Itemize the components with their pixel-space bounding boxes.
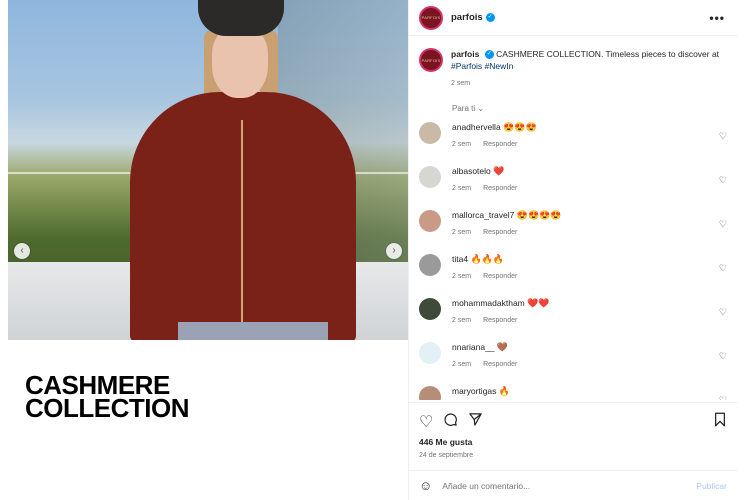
caption-username[interactable]: parfois — [451, 49, 479, 59]
like-heart-icon[interactable]: ♡ — [419, 412, 433, 432]
post-sidebar: PARFOIS parfois ✓ ••• PARFOIS parfois ✓ … — [408, 0, 737, 500]
reply-button[interactable]: Responder — [483, 185, 517, 192]
comment-composer: ☺ Publicar — [409, 470, 737, 500]
image-headline-line2: COLLECTION — [25, 393, 190, 423]
share-icon[interactable] — [468, 412, 483, 432]
comment-sort-label: Para ti — [452, 104, 476, 113]
commenter-username[interactable]: tita4 — [452, 254, 468, 264]
comment-time: 2 sem — [452, 273, 472, 280]
comment-item: albasotelo ❤️ 2 sem Responder ♡ — [419, 166, 727, 198]
post-date: 24 de septiembre — [419, 452, 474, 459]
comment-sort-dropdown[interactable]: Para ti ⌄ — [452, 104, 727, 113]
reply-button[interactable]: Responder — [483, 141, 517, 148]
comment-like-heart-icon[interactable]: ♡ — [719, 307, 727, 318]
comment-time: 2 sem — [452, 185, 472, 192]
comment-item: tita4 🔥🔥🔥 2 sem Responder ♡ — [419, 254, 727, 286]
comment-text: 🔥🔥🔥 — [470, 254, 505, 264]
hashtag-link[interactable]: #Parfois — [451, 61, 482, 71]
commenter-avatar[interactable] — [419, 166, 441, 188]
post-photo — [8, 0, 408, 340]
comment-like-heart-icon[interactable]: ♡ — [719, 351, 727, 362]
post-button[interactable]: Publicar — [696, 481, 727, 491]
comment-text: ❤️ — [493, 166, 505, 176]
more-options-icon[interactable]: ••• — [709, 11, 725, 25]
post-header: PARFOIS parfois ✓ ••• — [409, 0, 737, 36]
avatar[interactable]: PARFOIS — [419, 5, 443, 30]
commenter-avatar[interactable] — [419, 298, 441, 320]
caption-text: CASHMERE COLLECTION. Timeless pieces to … — [496, 49, 720, 59]
comment-text: 🤎 — [496, 342, 509, 352]
comment-text: 😍😍😍😍 — [516, 210, 562, 220]
verified-badge-icon: ✓ — [484, 50, 494, 60]
next-image-button[interactable]: › — [386, 243, 402, 259]
avatar-logo-text: PARFOIS — [421, 57, 441, 63]
comment-like-heart-icon[interactable]: ♡ — [719, 131, 727, 142]
caption: PARFOIS parfois ✓ CASHMERE COLLECTION. T… — [419, 48, 727, 90]
comment-list: anadhervella 😍😍😍 2 sem Responder ♡ albasotel… — [419, 122, 727, 400]
comment-time: 2 sem — [452, 229, 472, 236]
comments-section[interactable]: PARFOIS parfois ✓ CASHMERE COLLECTION. T… — [409, 36, 737, 400]
emoji-icon[interactable]: ☺ — [419, 478, 432, 493]
comment-like-heart-icon[interactable]: ♡ — [719, 395, 727, 400]
commenter-avatar[interactable] — [419, 254, 441, 276]
comment-item: mallorca_travel7 😍😍😍😍 2 sem Responder ♡ — [419, 210, 727, 242]
post-modal: ‹ › CASHMERE COLLECTION PARFOIS parfois … — [8, 0, 737, 500]
chevron-down-icon: ⌄ — [477, 104, 485, 113]
comment-item: mohammadaktham ❤️❤️ 2 sem Responder ♡ — [419, 298, 727, 330]
comment-input[interactable] — [442, 480, 673, 491]
comment-time: 2 sem — [452, 141, 472, 148]
commenter-avatar[interactable] — [419, 122, 441, 144]
action-bar: ♡ 446 Me gusta 24 de septiembre — [409, 402, 737, 459]
commenter-username[interactable]: mohammadaktham — [452, 298, 525, 308]
save-bookmark-icon[interactable] — [713, 412, 727, 432]
commenter-avatar[interactable] — [419, 342, 441, 364]
image-headline: CASHMERE COLLECTION — [25, 372, 190, 423]
reply-button[interactable]: Responder — [483, 361, 517, 368]
commenter-username[interactable]: albasotelo — [452, 166, 491, 176]
comment-text: 😍😍😍 — [503, 122, 537, 132]
avatar[interactable]: PARFOIS — [419, 48, 443, 72]
commenter-username[interactable]: nnariana__ — [452, 342, 495, 352]
commenter-username[interactable]: anadhervella — [452, 122, 501, 132]
like-count[interactable]: 446 Me gusta — [419, 437, 727, 447]
commenter-avatar[interactable] — [419, 210, 441, 232]
comment-item: maryortigas 🔥2 semResponder♡ — [419, 386, 727, 400]
comment-text: 🔥 — [498, 386, 510, 396]
commenter-username[interactable]: maryortigas — [452, 386, 496, 396]
comment-like-heart-icon[interactable]: ♡ — [719, 263, 727, 274]
previous-image-button[interactable]: ‹ — [14, 243, 30, 259]
comment-like-heart-icon[interactable]: ♡ — [719, 219, 727, 230]
reply-button[interactable]: Responder — [483, 229, 517, 236]
reply-button[interactable]: Responder — [483, 273, 517, 280]
verified-badge-icon: ✓ — [485, 13, 495, 22]
header-username[interactable]: parfois — [451, 12, 483, 23]
post-media: ‹ › CASHMERE COLLECTION — [8, 0, 408, 500]
comment-item: nnariana__ 🤎 2 sem Responder ♡ — [419, 342, 727, 374]
hashtag-link[interactable]: #NewIn — [485, 61, 514, 71]
comment-time: 2 sem — [452, 361, 472, 368]
reply-button[interactable]: Responder — [483, 317, 517, 324]
caption-time: 2 sem — [451, 80, 471, 87]
comment-item: anadhervella 😍😍😍 2 sem Responder ♡ — [419, 122, 727, 154]
avatar-logo-text: PARFOIS — [421, 15, 441, 20]
comment-text: ❤️❤️ — [527, 298, 550, 308]
comment-like-heart-icon[interactable]: ♡ — [719, 175, 727, 186]
comment-time: 2 sem — [452, 317, 472, 324]
commenter-username[interactable]: mallorca_travel7 — [452, 210, 514, 220]
commenter-avatar[interactable] — [419, 386, 441, 400]
comment-icon[interactable] — [443, 412, 458, 432]
